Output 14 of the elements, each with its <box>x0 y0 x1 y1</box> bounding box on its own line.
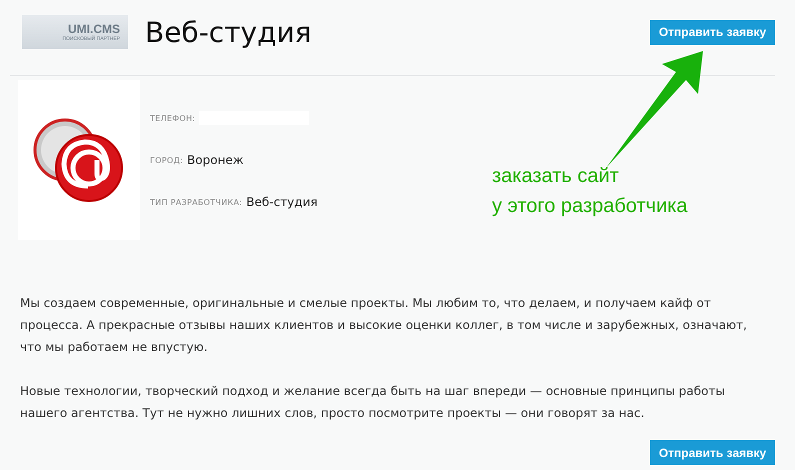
submit-request-button[interactable]: Отправить заявку <box>650 440 775 465</box>
field-label: ГОРОД: <box>150 156 184 164</box>
field-value: Воронеж <box>187 153 244 167</box>
submit-request-button[interactable]: Отправить заявку <box>650 20 775 44</box>
field-label: ТИП РАЗРАБОТЧИКА: <box>150 198 242 206</box>
annotation-text: у этого разработчика <box>492 194 688 218</box>
field-value: Веб-студия <box>246 195 318 209</box>
arrow-icon <box>606 51 703 168</box>
description-paragraph: Новые технологии, творческий подход и желание всегда быть на шаг впереди — основные принципы работы нашего агентства. Тут не нужно лишних слов, просто посмотрите проекты — они говорят за нас. <box>20 383 726 422</box>
field-label: ТЕЛЕФОН: <box>150 114 196 122</box>
annotation-text: заказать сайт <box>492 164 620 188</box>
page-title: Веб-студия <box>145 16 312 48</box>
description-paragraph: Мы создаем современные, оригинальные и смелые проекты. Мы любим то, что делаем, и получаем кайф от процесса. А прекрасные отзывы наших клиентов и высокие оценки коллег, в том числе и зарубежных, означают, что мы работаем не впустую. <box>20 295 748 356</box>
logo-text: UMI.CMS <box>68 22 120 36</box>
